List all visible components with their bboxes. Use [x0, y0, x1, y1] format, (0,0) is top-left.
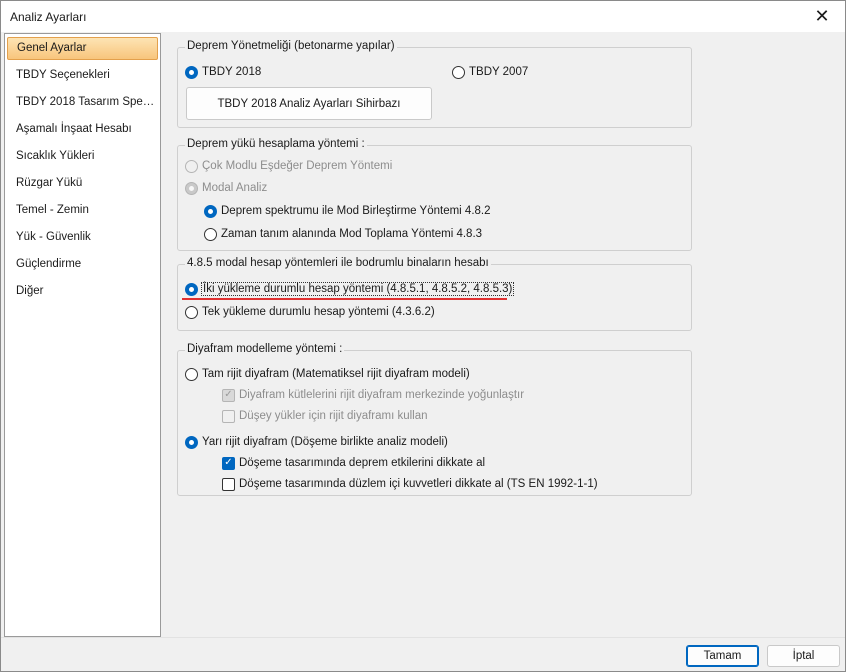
close-icon: ✕ [814, 6, 830, 26]
check-slab-earthquake-effects[interactable]: ✓ Döşeme tasarımında deprem etkilerini d… [222, 454, 485, 472]
analysis-settings-dialog: Analiz Ayarları ✕ Genel Ayarlar TBDY Seç… [0, 0, 846, 672]
sidebar-item-wind[interactable]: Rüzgar Yükü [7, 172, 158, 195]
radio-tbdy-2007[interactable]: TBDY 2007 [452, 63, 528, 81]
radio-single-load-case[interactable]: Tek yükleme durumlu hesap yöntemi (4.3.6… [185, 303, 435, 321]
title-bar: Analiz Ayarları ✕ [1, 1, 845, 32]
close-button[interactable]: ✕ [799, 1, 845, 32]
radio-indicator [185, 435, 198, 449]
analysis-wizard-button[interactable]: TBDY 2018 Analiz Ayarları Sihirbazı [186, 87, 432, 120]
radio-indicator [185, 65, 198, 79]
check-vertical-loads-rigid[interactable]: Düşey yükler için rijit diyaframı kullan [222, 407, 428, 425]
sidebar-item-tbdy-spectrum[interactable]: TBDY 2018 Tasarım Spekt… [7, 91, 158, 114]
check-slab-inplane-forces[interactable]: Döşeme tasarımında düzlem içi kuvvetleri… [222, 475, 598, 493]
radio-indicator [452, 65, 465, 79]
sidebar-item-load-safety[interactable]: Yük - Güvenlik [7, 226, 158, 249]
load-method-group-title: Deprem yükü hesaplama yöntemi : [185, 138, 367, 150]
radio-indicator [185, 367, 198, 381]
sidebar-item-temperature[interactable]: Sıcaklık Yükleri [7, 145, 158, 168]
red-underline-annotation [182, 298, 507, 300]
ok-button[interactable]: Tamam [686, 645, 759, 667]
radio-label: Deprem spektrumu ile Mod Birleştirme Yön… [221, 205, 491, 217]
regulation-group-title: Deprem Yönetmeliği (betonarme yapılar) [185, 40, 397, 52]
radio-label: TBDY 2007 [469, 66, 529, 78]
checkbox-indicator [222, 409, 235, 423]
radio-rigid-diaphragm[interactable]: Tam rijit diyafram (Matematiksel rijit d… [185, 365, 470, 383]
radio-label: Çok Modlu Eşdeğer Deprem Yöntemi [202, 160, 393, 172]
radio-indicator [204, 204, 217, 218]
checkmark-icon: ✓ [222, 388, 235, 402]
radio-label: Zaman tanım alanında Mod Toplama Yöntemi… [221, 228, 483, 240]
basement-group-title: 4.8.5 modal hesap yöntemleri ile bodruml… [185, 257, 491, 269]
checkbox-label: Döşeme tasarımında düzlem içi kuvvetleri… [239, 478, 598, 490]
diaphragm-group-title: Diyafram modelleme yöntemi : [185, 343, 345, 355]
radio-spectrum-method[interactable]: Deprem spektrumu ile Mod Birleştirme Yön… [204, 202, 491, 220]
sidebar-item-staged-construction[interactable]: Aşamalı İnşaat Hesabı [7, 118, 158, 141]
radio-tbdy-2018[interactable]: TBDY 2018 [185, 63, 261, 81]
sidebar-item-foundation[interactable]: Temel - Zemin [7, 199, 158, 222]
cancel-button[interactable]: İptal [767, 645, 840, 667]
radio-equivalent-method[interactable]: Çok Modlu Eşdeğer Deprem Yöntemi [185, 157, 392, 175]
footer-divider [1, 637, 845, 638]
radio-semi-rigid-diaphragm[interactable]: Yarı rijit diyafram (Döşeme birlikte ana… [185, 433, 448, 451]
radio-label: Modal Analiz [202, 182, 268, 194]
radio-indicator [185, 305, 198, 319]
checkbox-label: Diyafram kütlelerini rijit diyafram merk… [239, 389, 525, 401]
sidebar-item-other[interactable]: Diğer [7, 280, 158, 303]
radio-modal-analysis[interactable]: Modal Analiz [185, 179, 267, 197]
sidebar-item-general[interactable]: Genel Ayarlar [7, 37, 158, 60]
sidebar-item-tbdy-options[interactable]: TBDY Seçenekleri [7, 64, 158, 87]
radio-label: Yarı rijit diyafram (Döşeme birlikte ana… [202, 436, 448, 448]
radio-label: TBDY 2018 [202, 66, 262, 78]
window-title: Analiz Ayarları [10, 10, 87, 24]
checkbox-label: Döşeme tasarımında deprem etkilerini dik… [239, 457, 486, 469]
radio-time-domain-method[interactable]: Zaman tanım alanında Mod Toplama Yöntemi… [204, 225, 482, 243]
check-lumped-mass[interactable]: ✓ Diyafram kütlelerini rijit diyafram me… [222, 386, 524, 404]
radio-indicator [185, 181, 198, 195]
radio-indicator [185, 282, 198, 296]
radio-indicator [204, 227, 217, 241]
checkmark-icon: ✓ [222, 456, 235, 470]
sidebar: Genel Ayarlar TBDY Seçenekleri TBDY 2018… [4, 33, 161, 637]
sidebar-item-strengthening[interactable]: Güçlendirme [7, 253, 158, 276]
radio-indicator [185, 159, 198, 173]
radio-label: Tam rijit diyafram (Matematiksel rijit d… [202, 368, 470, 380]
radio-label: İki yükleme durumlu hesap yöntemi (4.8.5… [200, 282, 515, 296]
radio-two-load-cases[interactable]: İki yükleme durumlu hesap yöntemi (4.8.5… [185, 280, 515, 298]
checkbox-label: Düşey yükler için rijit diyaframı kullan [239, 410, 428, 422]
radio-label: Tek yükleme durumlu hesap yöntemi (4.3.6… [202, 306, 435, 318]
checkbox-indicator [222, 477, 235, 491]
